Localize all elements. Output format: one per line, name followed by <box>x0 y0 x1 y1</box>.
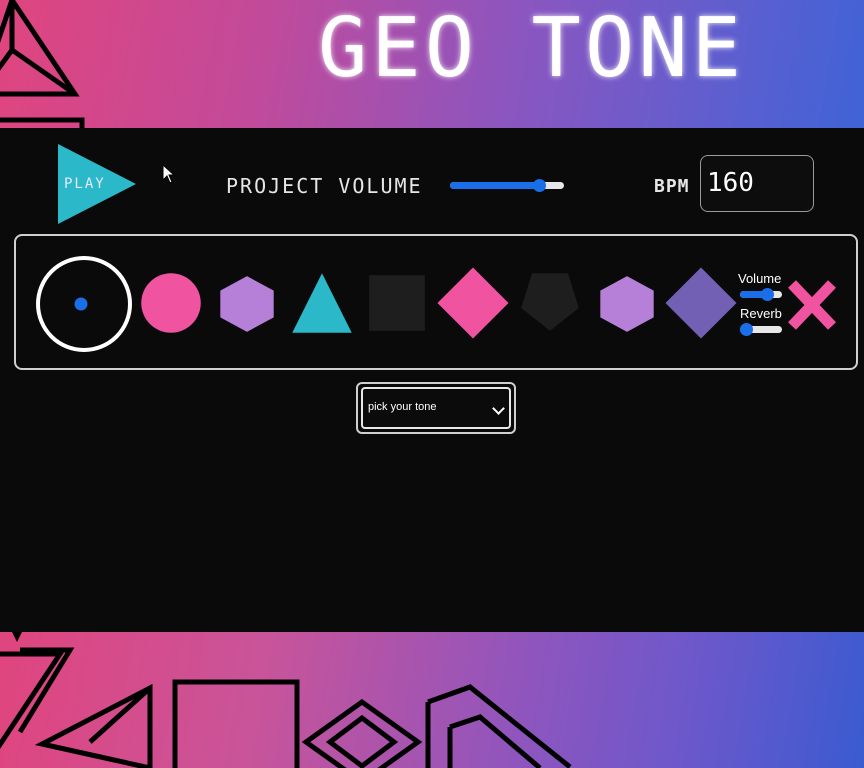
tone-select-value: pick your tone <box>368 401 437 413</box>
slider-thumb[interactable] <box>740 323 754 336</box>
mouse-cursor-icon <box>162 164 176 184</box>
track-reverb-label: Reverb <box>740 306 782 321</box>
track-volume-slider[interactable] <box>740 288 782 301</box>
sequencer-track: Volume Reverb <box>14 234 858 370</box>
close-x-icon <box>788 280 836 330</box>
step-2-circle[interactable] <box>140 272 202 334</box>
chevron-down-icon <box>492 402 505 415</box>
project-volume-slider[interactable] <box>450 179 564 192</box>
project-volume-label: PROJECT VOLUME <box>226 174 423 198</box>
slider-thumb[interactable] <box>532 179 546 192</box>
step-9-diamond[interactable] <box>664 266 738 340</box>
track-volume-label: Volume <box>738 271 782 286</box>
step-7-pentagon[interactable] <box>520 272 580 332</box>
slider-thumb[interactable] <box>761 288 775 301</box>
track-reverb-slider[interactable] <box>740 323 782 336</box>
footer-banner <box>0 632 864 768</box>
step-1-ring-with-dot[interactable] <box>34 254 134 354</box>
app-title: GEO TONE <box>318 1 745 96</box>
slider-fill <box>450 182 539 189</box>
geometric-decoration-bottom <box>0 632 572 768</box>
bpm-label: BPM <box>654 176 690 197</box>
play-label: PLAY <box>64 176 106 192</box>
header-banner: GEO TONE <box>0 0 864 128</box>
bpm-input[interactable]: 160 <box>700 155 814 212</box>
step-8-hexagon[interactable] <box>598 274 656 334</box>
step-5-square[interactable] <box>368 274 426 332</box>
step-6-diamond[interactable] <box>436 266 510 340</box>
tone-select[interactable]: pick your tone <box>361 387 511 429</box>
delete-track-button[interactable] <box>784 278 840 332</box>
tone-picker[interactable]: pick your tone <box>356 382 516 434</box>
step-4-triangle[interactable] <box>291 272 353 334</box>
step-3-hexagon[interactable] <box>218 274 276 334</box>
